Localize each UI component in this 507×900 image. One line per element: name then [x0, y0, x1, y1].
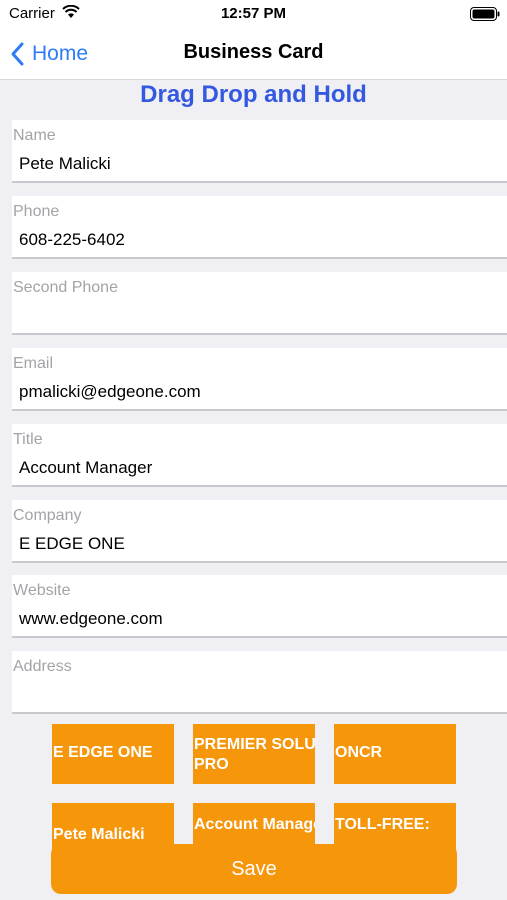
website-input[interactable] [19, 609, 489, 629]
email-field: Email [12, 348, 507, 411]
title-input[interactable] [19, 458, 489, 478]
phone-field: Phone [12, 196, 507, 259]
drag-drop-heading: Drag Drop and Hold [140, 81, 367, 108]
name-label: Name [13, 127, 56, 144]
email-label: Email [13, 355, 54, 372]
drag-chip[interactable]: ONCR [334, 724, 456, 784]
address-field: Address [12, 651, 507, 714]
company-label: Company [13, 507, 82, 524]
website-field: Website [12, 575, 507, 638]
drag-chip-label: E EDGE ONE [53, 744, 153, 761]
drag-chip-label: ONCR [335, 744, 383, 761]
navigation-bar: Home Business Card [0, 28, 507, 80]
website-label: Website [13, 582, 71, 599]
address-label: Address [13, 658, 72, 675]
company-field: Company [12, 500, 507, 563]
status-time: 12:57 PM [220, 5, 287, 22]
drag-chip-label: Pete Malicki [53, 826, 145, 843]
page-title: Business Card [183, 41, 324, 63]
second-phone-input[interactable] [19, 306, 489, 326]
phone-label: Phone [13, 203, 60, 220]
title-label: Title [13, 431, 43, 448]
drag-chip[interactable]: E EDGE ONE [52, 724, 174, 784]
company-input[interactable] [19, 534, 489, 554]
drag-chip[interactable]: PREMIER SOLUTION PRO [193, 724, 315, 784]
email-input[interactable] [19, 382, 489, 402]
phone-input[interactable] [19, 230, 489, 250]
title-field: Title [12, 424, 507, 487]
save-button[interactable]: Save [51, 844, 457, 894]
name-input[interactable] [19, 154, 489, 174]
drag-chip-label: PREMIER SOLUTION PRO [194, 736, 315, 773]
name-field: Name [12, 120, 507, 183]
second-phone-label: Second Phone [13, 279, 118, 296]
drag-chip-label: TOLL-FREE: [335, 816, 430, 833]
status-bar: Carrier 12:57 PM [0, 0, 507, 28]
battery-icon [470, 7, 500, 21]
drag-chip-label: Account Manager [194, 816, 315, 833]
address-input[interactable] [19, 685, 489, 705]
second-phone-field: Second Phone [12, 272, 507, 335]
